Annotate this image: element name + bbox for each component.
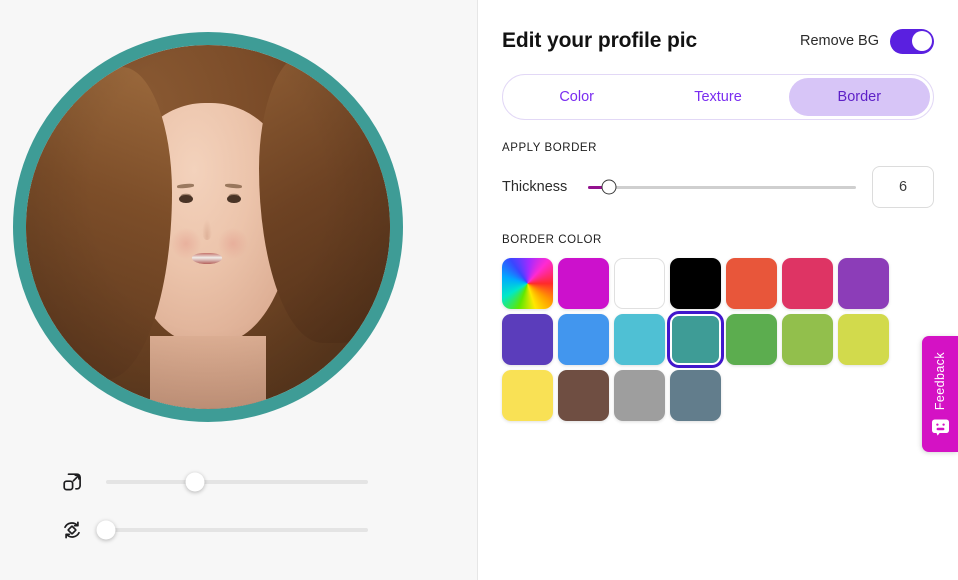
tab-border[interactable]: Border xyxy=(788,78,930,116)
feedback-tab[interactable]: Feedback xyxy=(922,336,958,452)
swatch-yellow-green[interactable] xyxy=(782,314,833,365)
swatch-purple[interactable] xyxy=(838,258,889,309)
thickness-row: Thickness 6 xyxy=(502,166,934,208)
swatch-cyan[interactable] xyxy=(614,314,665,365)
swatch-orange-red[interactable] xyxy=(726,258,777,309)
swatch-green[interactable] xyxy=(726,314,777,365)
scale-control-row xyxy=(58,462,368,502)
swatch-indigo[interactable] xyxy=(502,314,553,365)
rotate-slider[interactable] xyxy=(96,520,368,540)
remove-bg-toggle[interactable] xyxy=(890,28,934,54)
apply-border-label: APPLY BORDER xyxy=(502,142,598,154)
swatch-yellow[interactable] xyxy=(502,370,553,421)
page-title: Edit your profile pic xyxy=(502,29,698,52)
rotate-slider-thumb[interactable] xyxy=(96,520,116,540)
scale-slider[interactable] xyxy=(106,472,368,492)
swatch-slate[interactable] xyxy=(670,370,721,421)
toggle-knob xyxy=(911,31,932,51)
border-color-label: BORDER COLOR xyxy=(502,234,602,246)
profile-pic-editor: Edit your profile pic Remove BG Color Te… xyxy=(0,0,958,580)
preview-pane xyxy=(0,0,478,580)
tab-texture[interactable]: Texture xyxy=(647,78,788,116)
thickness-slider[interactable] xyxy=(588,179,856,195)
thickness-label: Thickness xyxy=(502,179,568,195)
resize-icon xyxy=(58,468,86,496)
thickness-slider-thumb[interactable] xyxy=(601,179,617,195)
smiley-chat-icon xyxy=(931,418,950,436)
swatch-black[interactable] xyxy=(670,258,721,309)
avatar-photo xyxy=(26,45,390,409)
swatch-magenta[interactable] xyxy=(558,258,609,309)
tab-color[interactable]: Color xyxy=(506,78,647,116)
remove-bg-label: Remove BG xyxy=(800,33,879,49)
feedback-label: Feedback xyxy=(933,351,947,411)
border-color-swatches xyxy=(502,258,934,421)
swatch-rainbow[interactable] xyxy=(502,258,553,309)
avatar-preview[interactable] xyxy=(13,22,403,434)
remove-bg-group: Remove BG xyxy=(800,28,934,54)
edit-panel: Edit your profile pic Remove BG Color Te… xyxy=(478,0,958,580)
swatch-white[interactable] xyxy=(614,258,665,309)
rotate-icon xyxy=(58,516,86,544)
thickness-input[interactable]: 6 xyxy=(872,166,934,208)
photo-vignette xyxy=(26,45,390,409)
swatch-blue[interactable] xyxy=(558,314,609,365)
swatch-teal[interactable] xyxy=(667,311,724,368)
scale-slider-thumb[interactable] xyxy=(185,472,205,492)
avatar-border-ring xyxy=(13,32,403,422)
swatch-gray[interactable] xyxy=(614,370,665,421)
editor-tabs: Color Texture Border xyxy=(502,74,934,120)
swatch-lime[interactable] xyxy=(838,314,889,365)
preview-controls xyxy=(58,462,368,558)
rotate-control-row xyxy=(58,510,368,550)
swatch-brown[interactable] xyxy=(558,370,609,421)
swatch-crimson-pink[interactable] xyxy=(782,258,833,309)
panel-header: Edit your profile pic Remove BG xyxy=(502,22,934,60)
